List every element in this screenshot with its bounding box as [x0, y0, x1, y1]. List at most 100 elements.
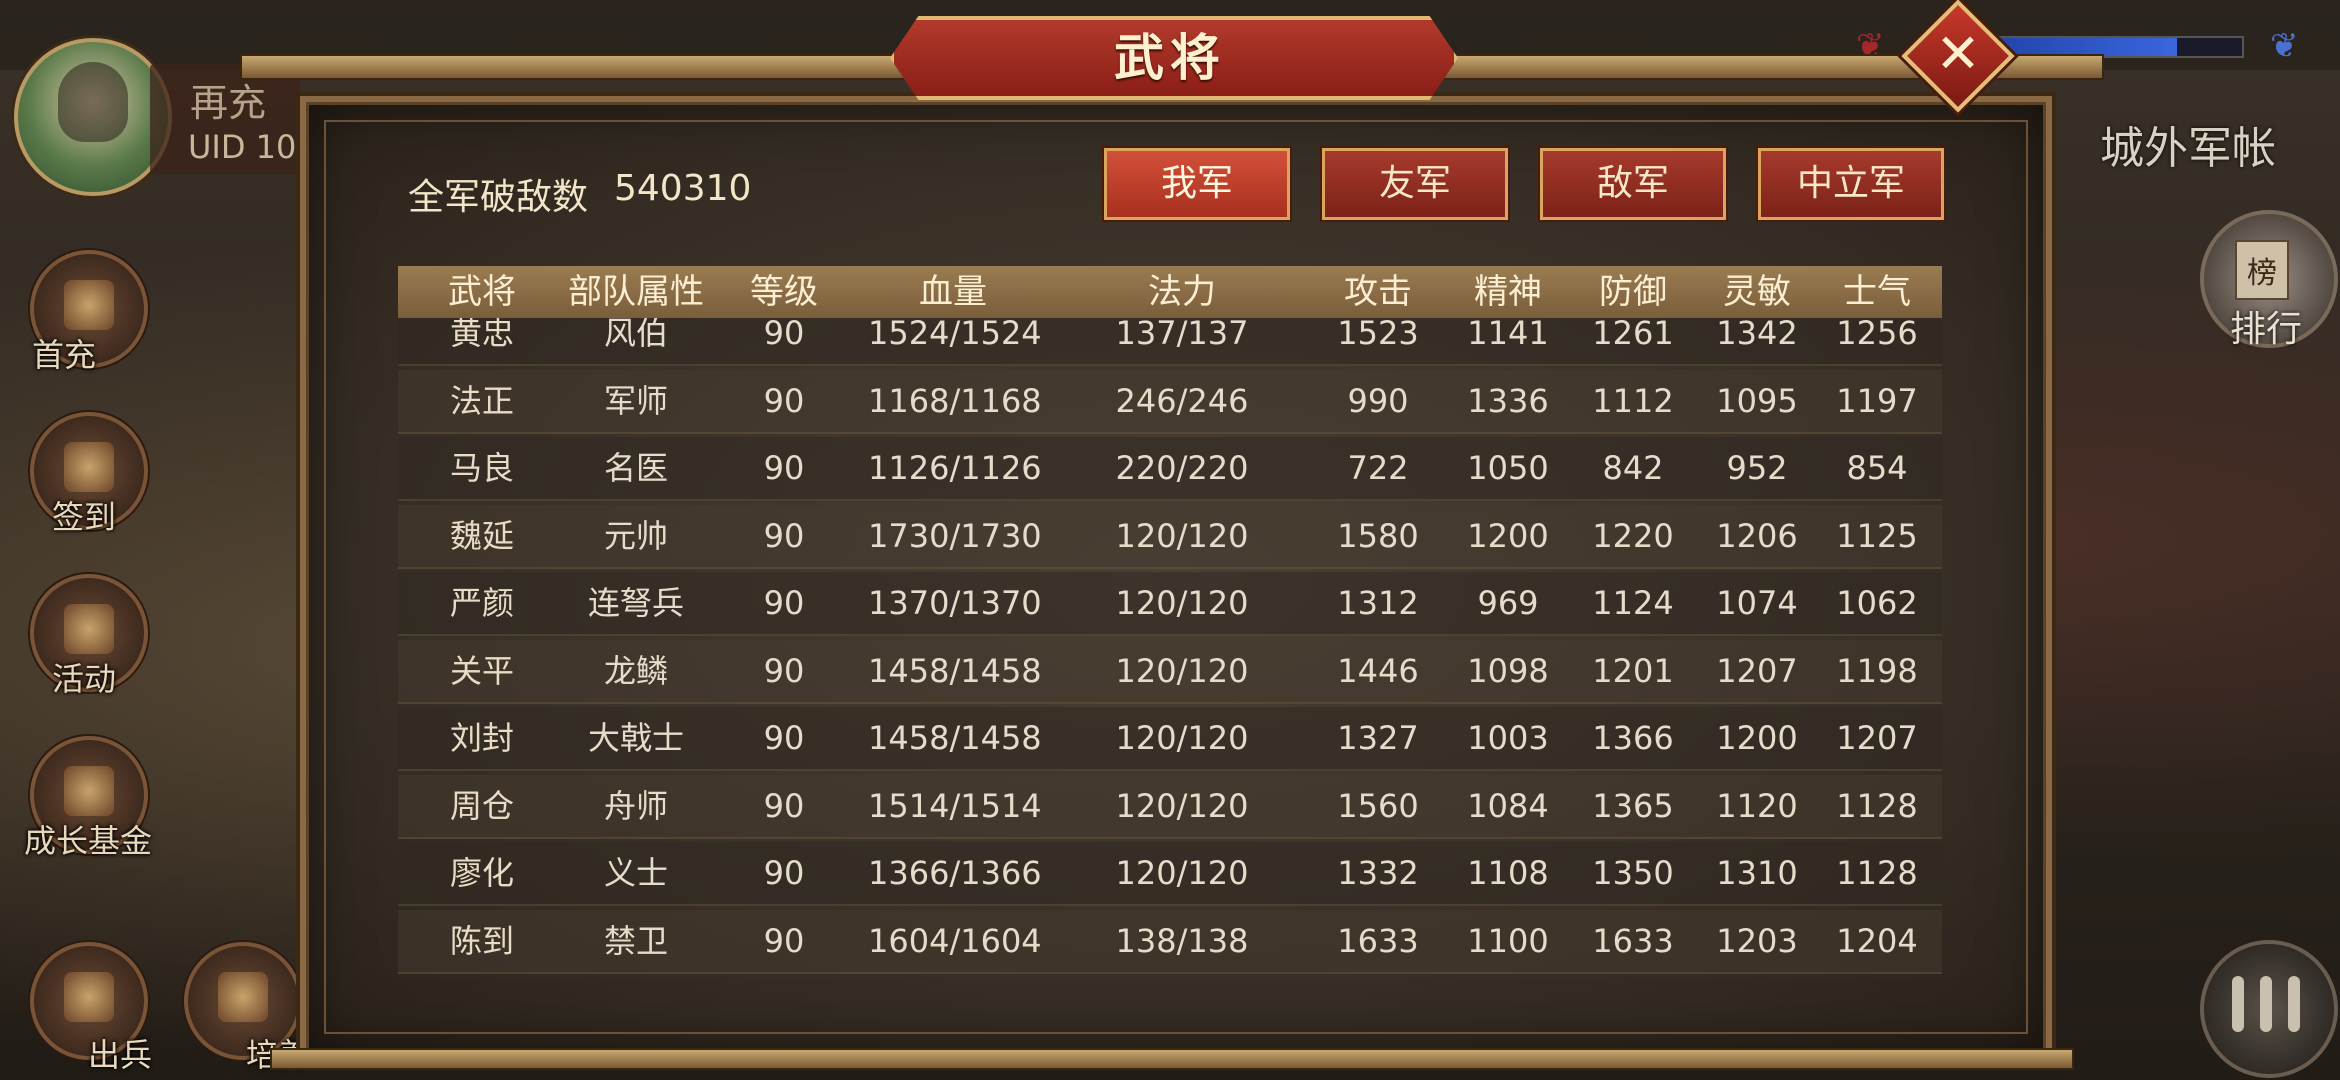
row-cell-troop-type: 军师 — [603, 381, 668, 420]
row-cell-level: 90 — [763, 921, 805, 960]
row-cell-troop-type: 龙鳞 — [603, 651, 668, 690]
row-cell-morale: 1062 — [1836, 584, 1918, 622]
row-cell-hp: 1514/1514 — [868, 786, 1042, 825]
panel-bottom-rail — [270, 1048, 2074, 1070]
player-name: 再充 — [190, 81, 267, 125]
row-cell-general: 刘封 — [449, 719, 514, 757]
row-cell-mp: 120/120 — [1115, 584, 1249, 622]
row-cell-level: 90 — [763, 449, 805, 487]
row-cell-morale: 1128 — [1836, 854, 1918, 892]
row-cell-troop-type: 连弩兵 — [587, 584, 684, 622]
dialog-title: 武将 — [1114, 29, 1226, 87]
general-row[interactable]: 黄忠 风伯 90 1524/1524 137/137 1523 1141 1261 1342 12… — [398, 318, 1942, 366]
row-cell-troop-type: 名医 — [603, 449, 668, 487]
row-cell-level: 90 — [763, 854, 805, 892]
general-row[interactable]: 周仓 舟师 90 1514/1514 120/120 1560 1084 1365 1120 11… — [398, 774, 1942, 839]
row-cell-troop-type: 元帅 — [603, 516, 668, 555]
row-cell-level: 90 — [763, 318, 805, 352]
row-cell-general: 关平 — [449, 651, 514, 690]
row-cell-level: 90 — [763, 719, 805, 757]
first-recharge-label: 首充 — [32, 336, 97, 374]
row-cell-general: 陈到 — [449, 921, 514, 960]
general-row[interactable]: 严颜 连弩兵 90 1370/1370 120/120 1312 969 1124 1074 10… — [398, 572, 1942, 636]
tab-enemy-army[interactable]: 敌军 — [1540, 148, 1726, 220]
row-cell-mp: 246/246 — [1115, 381, 1249, 420]
column-header[interactable]: 部队属性 — [551, 266, 721, 318]
tab-allied-army[interactable]: 友军 — [1322, 148, 1508, 220]
scroll-icon — [64, 442, 114, 492]
gift-icon — [64, 280, 114, 330]
row-cell-level: 90 — [763, 516, 805, 555]
column-header[interactable]: 法力 — [1097, 266, 1267, 318]
general-row[interactable]: 刘封 大戟士 90 1458/1458 120/120 1327 1003 1366 1200 1… — [398, 707, 1942, 771]
sword-icon — [64, 972, 114, 1022]
menu-icon — [2232, 972, 2302, 1032]
drum-icon — [218, 972, 268, 1022]
row-cell-morale: 1204 — [1836, 921, 1918, 960]
row-cell-troop-type: 义士 — [603, 854, 668, 892]
row-cell-mp: 120/120 — [1115, 516, 1249, 555]
row-cell-general: 马良 — [449, 449, 514, 487]
general-row[interactable]: 魏延 元帅 90 1730/1730 120/120 1580 1200 1220 1206 11… — [398, 504, 1942, 569]
events-label: 活动 — [52, 660, 117, 698]
row-cell-hp: 1524/1524 — [868, 318, 1042, 352]
tab-neutral-army[interactable]: 中立军 — [1758, 148, 1944, 220]
general-row[interactable]: 关平 龙鳞 90 1458/1458 120/120 1446 1098 1201 1207 11… — [398, 639, 1942, 704]
row-cell-morale: 1198 — [1836, 651, 1918, 690]
treasure-icon — [64, 604, 114, 654]
sign-in-label: 签到 — [52, 498, 117, 536]
tab-our-army[interactable]: 我军 — [1104, 148, 1290, 220]
row-cell-troop-type: 大戟士 — [587, 719, 684, 757]
growth-fund-label: 成长基金 — [24, 822, 153, 860]
row-cell-hp: 1126/1126 — [868, 449, 1042, 487]
flower-icon — [64, 766, 114, 816]
row-cell-hp: 1458/1458 — [868, 651, 1042, 690]
row-cell-general: 黄忠 — [449, 318, 514, 352]
row-cell-hp: 1366/1366 — [868, 854, 1042, 892]
row-cell-mp: 220/220 — [1115, 449, 1249, 487]
generals-table-body[interactable]: 黄忠 风伯 90 1524/1524 137/137 1523 1141 1261 1342 12… — [398, 318, 1942, 988]
row-cell-hp: 1730/1730 — [868, 516, 1042, 555]
row-cell-hp: 1370/1370 — [868, 584, 1042, 622]
row-cell-general: 廖化 — [449, 854, 514, 892]
row-cell-troop-type: 舟师 — [603, 786, 668, 825]
row-cell-level: 90 — [763, 786, 805, 825]
general-row[interactable]: 马良 名医 90 1126/1126 220/220 722 1050 842 952 854 — [398, 437, 1942, 501]
general-row[interactable]: 廖化 义士 90 1366/1366 120/120 1332 1108 1350 1310 11… — [398, 842, 1942, 906]
column-header[interactable]: 士气 — [1792, 266, 1962, 318]
row-cell-morale: 1125 — [1836, 516, 1918, 555]
close-icon[interactable]: ✕ — [1918, 14, 1998, 94]
blue-bird-icon: ❦ — [2270, 26, 2299, 66]
row-cell-mp: 120/120 — [1115, 854, 1249, 892]
player-avatar[interactable] — [14, 38, 172, 196]
row-cell-mp: 138/138 — [1115, 921, 1249, 960]
row-cell-morale: 1128 — [1836, 786, 1918, 825]
general-row[interactable]: 陈到 禁卫 90 1604/1604 138/138 1633 1100 1633 1203 12… — [398, 909, 1942, 974]
row-cell-morale: 1256 — [1836, 318, 1918, 352]
row-cell-mp: 120/120 — [1115, 719, 1249, 757]
column-header[interactable]: 血量 — [868, 266, 1038, 318]
column-header[interactable]: 等级 — [699, 266, 869, 318]
row-cell-general: 周仓 — [449, 786, 514, 825]
general-row[interactable]: 法正 军师 90 1168/1168 246/246 990 1336 1112 1095 119… — [398, 369, 1942, 434]
row-cell-general: 法正 — [449, 381, 514, 420]
row-cell-troop-type: 禁卫 — [603, 921, 668, 960]
row-cell-mp: 137/137 — [1115, 318, 1249, 352]
player-uid: UID 10 — [188, 128, 297, 166]
column-header[interactable]: 武将 — [397, 266, 567, 318]
camp-outside-label[interactable]: 城外军帐 — [2100, 112, 2276, 176]
row-cell-troop-type: 风伯 — [603, 318, 668, 352]
kill-count-value: 540310 — [614, 168, 752, 209]
row-cell-hp: 1604/1604 — [868, 921, 1042, 960]
row-cell-level: 90 — [763, 381, 805, 420]
row-cell-level: 90 — [763, 651, 805, 690]
row-cell-hp: 1458/1458 — [868, 719, 1042, 757]
row-cell-morale: 854 — [1846, 449, 1908, 487]
deploy-label: 出兵 — [88, 1036, 153, 1074]
row-cell-general: 严颜 — [449, 584, 514, 622]
row-cell-mp: 120/120 — [1115, 651, 1249, 690]
row-cell-general: 魏延 — [449, 516, 514, 555]
row-cell-morale: 1197 — [1836, 381, 1918, 420]
row-cell-hp: 1168/1168 — [868, 381, 1042, 420]
row-cell-level: 90 — [763, 584, 805, 622]
